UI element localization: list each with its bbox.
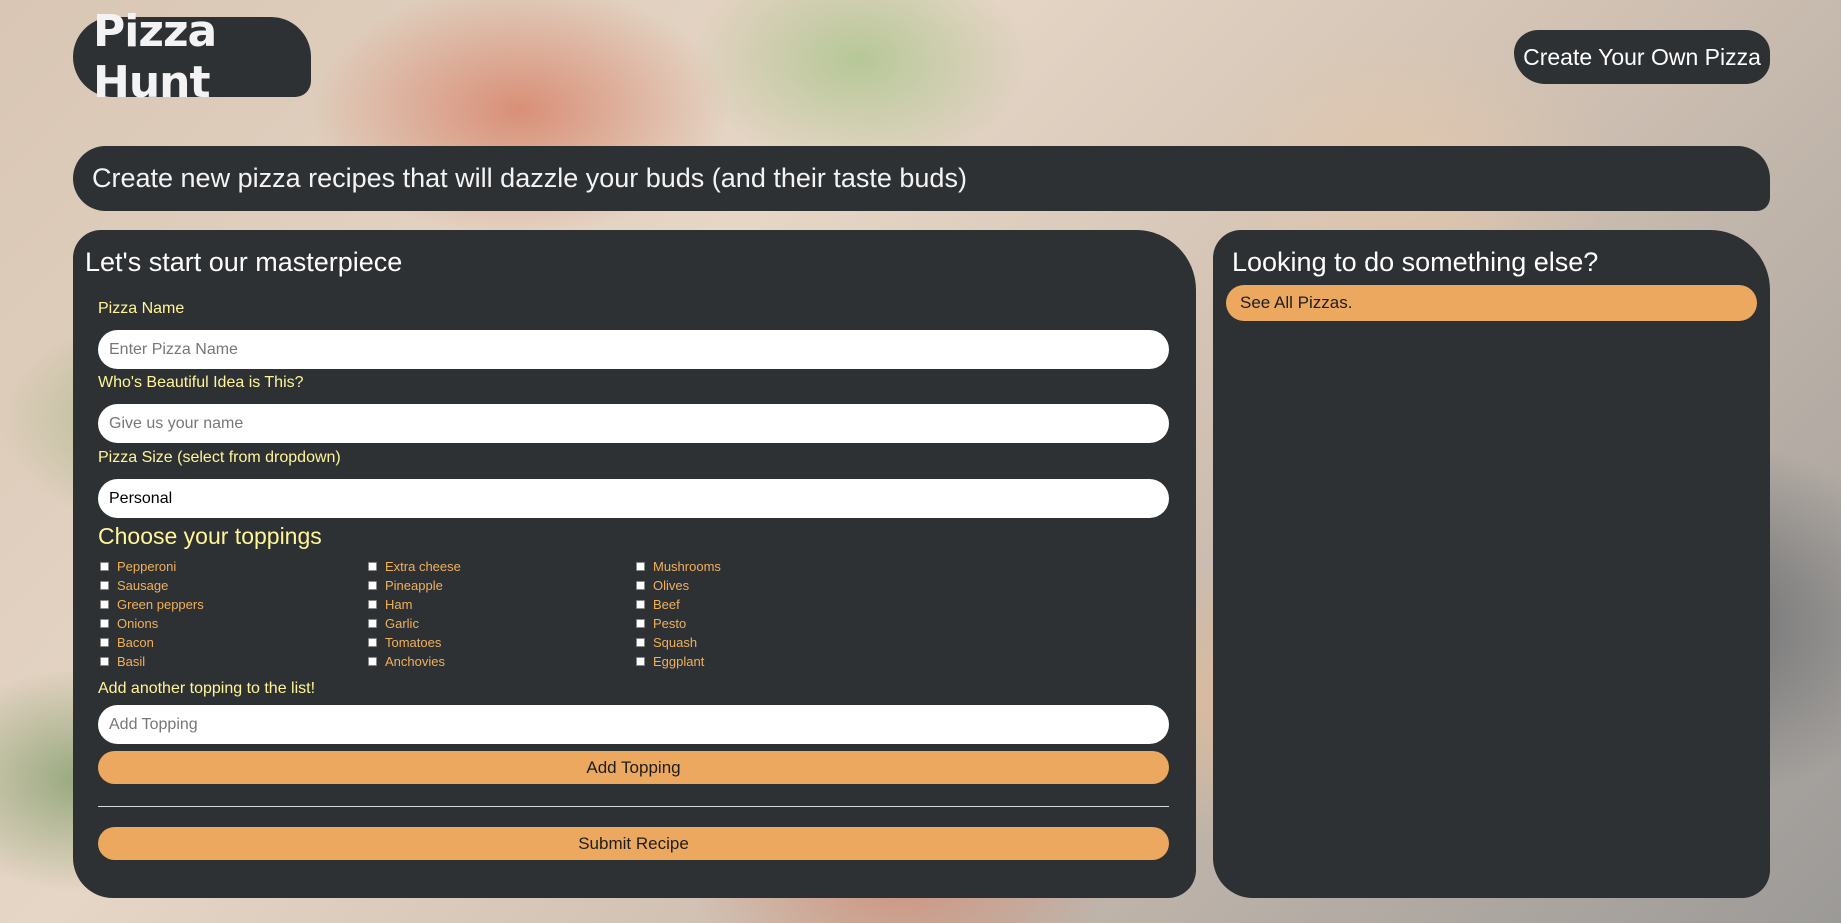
topping-label: Sausage [117,577,169,593]
topping-label: Beef [653,596,680,612]
see-all-pizzas-link[interactable]: See All Pizzas. [1226,285,1757,321]
checkbox[interactable] [368,580,377,590]
topping-onions[interactable]: Onions [100,614,368,632]
topping-label: Extra cheese [385,558,461,574]
topping-label: Onions [117,615,159,631]
hero-tagline: Create new pizza recipes that will dazzl… [92,163,967,193]
topping-label: Eggplant [653,653,705,669]
pizza-size-select[interactable]: Personal [98,479,1169,518]
topping-label: Basil [117,653,146,669]
topping-label: Green peppers [117,596,204,612]
topping-extra-cheese[interactable]: Extra cheese [368,557,636,575]
topping-label: Pineapple [385,577,443,593]
add-topping-label: Add another topping to the list! [98,680,316,697]
topping-label: Olives [653,577,690,593]
checkbox[interactable] [636,637,645,647]
checkbox[interactable] [100,599,109,609]
toppings-title: Choose your toppings [98,523,322,549]
creator-name-input[interactable] [98,404,1169,443]
form-title: Let's start our masterpiece [85,247,403,277]
topping-label: Mushrooms [653,558,721,574]
checkbox[interactable] [636,561,645,571]
pizza-name-input[interactable] [98,330,1169,369]
topping-label: Garlic [385,615,419,631]
topping-green-peppers[interactable]: Green peppers [100,595,368,613]
add-topping-input[interactable] [98,705,1169,744]
checkbox[interactable] [636,599,645,609]
checkbox[interactable] [368,599,377,609]
pizza-size-value: Personal [109,489,173,507]
topping-garlic[interactable]: Garlic [368,614,636,632]
topping-ham[interactable]: Ham [368,595,636,613]
topping-pesto[interactable]: Pesto [636,614,750,632]
checkbox[interactable] [368,637,377,647]
topping-eggplant[interactable]: Eggplant [636,652,750,670]
creator-label: Who's Beautiful Idea is This? [98,374,304,391]
checkbox[interactable] [100,561,109,571]
add-topping-button[interactable]: Add Topping [98,751,1169,784]
topping-bacon[interactable]: Bacon [100,633,368,651]
submit-recipe-button[interactable]: Submit Recipe [98,827,1169,860]
topping-tomatoes[interactable]: Tomatoes [368,633,636,651]
checkbox[interactable] [368,656,377,666]
checkbox[interactable] [100,580,109,590]
topping-olives[interactable]: Olives [636,576,750,594]
topping-mushrooms[interactable]: Mushrooms [636,557,750,575]
topping-pepperoni[interactable]: Pepperoni [100,557,368,575]
checkbox[interactable] [100,637,109,647]
topping-beef[interactable]: Beef [636,595,750,613]
checkbox[interactable] [368,561,377,571]
topping-squash[interactable]: Squash [636,633,750,651]
topping-label: Tomatoes [385,634,442,650]
recipe-form-panel: Let's start our masterpiece Pizza Name W… [73,230,1196,898]
topping-sausage[interactable]: Sausage [100,576,368,594]
topping-label: Squash [653,634,698,650]
checkbox[interactable] [636,656,645,666]
hero-banner: Create new pizza recipes that will dazzl… [73,146,1770,211]
checkbox[interactable] [636,580,645,590]
checkbox[interactable] [636,618,645,628]
topping-pineapple[interactable]: Pineapple [368,576,636,594]
topping-basil[interactable]: Basil [100,652,368,670]
sidebar-panel: Looking to do something else? See All Pi… [1213,230,1770,898]
sidebar-title: Looking to do something else? [1232,247,1599,277]
size-label: Pizza Size (select from dropdown) [98,449,341,466]
topping-label: Ham [385,596,413,612]
create-pizza-nav-link[interactable]: Create Your Own Pizza [1514,30,1770,84]
topping-label: Anchovies [385,653,445,669]
brand-logo[interactable]: Pizza Hunt [73,6,311,108]
topping-label: Pepperoni [117,558,177,574]
form-divider [98,806,1169,807]
toppings-list: Pepperoni Extra cheese Mushrooms Sausage… [100,557,750,670]
topping-label: Bacon [117,634,154,650]
topping-label: Pesto [653,615,687,631]
checkbox[interactable] [368,618,377,628]
pizza-name-label: Pizza Name [98,300,185,317]
topping-anchovies[interactable]: Anchovies [368,652,636,670]
checkbox[interactable] [100,618,109,628]
checkbox[interactable] [100,656,109,666]
